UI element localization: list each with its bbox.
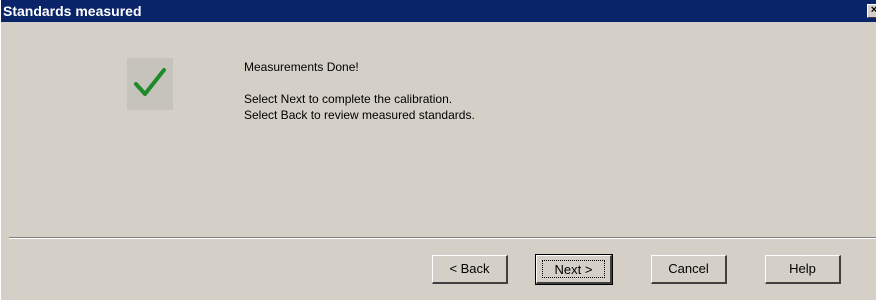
help-button[interactable]: Help bbox=[765, 255, 841, 284]
back-instruction-text: Select Back to review measured standards… bbox=[244, 108, 475, 122]
title-bar: Standards measured × bbox=[1, 0, 876, 22]
window-title: Standards measured bbox=[3, 3, 142, 19]
close-button[interactable]: × bbox=[867, 4, 876, 18]
checkmark-icon bbox=[127, 58, 173, 110]
cancel-button[interactable]: Cancel bbox=[651, 255, 727, 284]
next-button-label: Next > bbox=[542, 260, 605, 278]
wizard-dialog: Standards measured × Measurements Done! … bbox=[0, 0, 876, 300]
next-button[interactable]: Next > bbox=[535, 254, 613, 285]
back-button[interactable]: < Back bbox=[432, 255, 508, 284]
measurements-done-text: Measurements Done! bbox=[244, 60, 359, 74]
next-instruction-text: Select Next to complete the calibration. bbox=[244, 92, 453, 106]
checkmark-icon-graphic bbox=[134, 68, 166, 96]
button-divider bbox=[9, 237, 876, 239]
